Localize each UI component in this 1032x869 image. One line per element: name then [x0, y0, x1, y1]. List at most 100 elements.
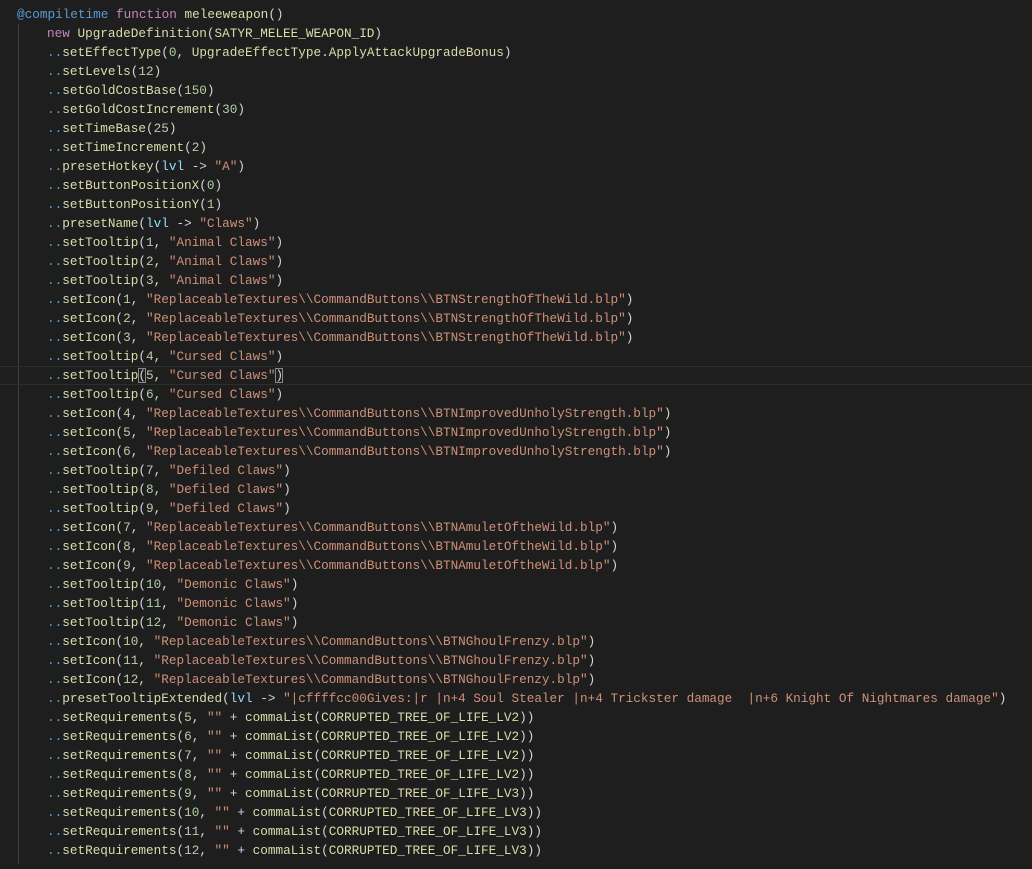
code-line[interactable]: ..setTooltip(8, "Defiled Claws") — [17, 480, 1032, 499]
token-punctuation: , — [199, 824, 215, 839]
token-number-literal: 6 — [184, 729, 192, 744]
token-punctuation: , — [199, 843, 215, 858]
code-line[interactable]: ..setIcon(11, "ReplaceableTextures\\Comm… — [17, 651, 1032, 670]
token-member-access: .. — [47, 197, 63, 212]
token-punctuation: , — [153, 501, 169, 516]
token-identifier: commaList — [252, 843, 322, 858]
code-line[interactable]: ..setGoldCostIncrement(30) — [17, 100, 1032, 119]
token-number-literal: 1 — [123, 292, 131, 307]
token-identifier: setTooltip — [62, 596, 139, 611]
token-punctuation: , — [138, 672, 154, 687]
code-line[interactable]: ..setGoldCostBase(150) — [17, 81, 1032, 100]
token-identifier: commaList — [245, 748, 314, 763]
token-string-literal: "" — [206, 767, 223, 782]
token-punctuation: , — [130, 444, 147, 459]
token-member-access: .. — [47, 482, 63, 497]
code-line[interactable]: ..setRequirements(10, "" + commaList(COR… — [17, 803, 1032, 822]
code-line[interactable]: ..setRequirements(11, "" + commaList(COR… — [17, 822, 1032, 841]
token-member-access: .. — [47, 843, 63, 858]
token-punctuation: ( — [138, 482, 146, 497]
code-line[interactable]: ..setIcon(12, "ReplaceableTextures\\Comm… — [17, 670, 1032, 689]
token-punctuation: , — [191, 748, 207, 763]
code-editor[interactable]: @compiletime function meleeweapon() new U… — [0, 0, 1032, 869]
token-punctuation: ) — [214, 197, 223, 212]
code-line[interactable]: ..presetName(lvl -> "Claws") — [17, 214, 1032, 233]
code-line[interactable]: ..setLevels(12) — [17, 62, 1032, 81]
code-line[interactable]: ..presetHotkey(lvl -> "A") — [17, 157, 1032, 176]
token-punctuation: ) — [283, 501, 291, 516]
token-member-access: .. — [47, 216, 63, 231]
code-line[interactable]: ..setRequirements(12, "" + commaList(COR… — [17, 841, 1032, 860]
token-punctuation: , — [176, 45, 192, 60]
token-punctuation: ( — [115, 406, 124, 421]
code-line[interactable]: ..setTooltip(9, "Defiled Claws") — [17, 499, 1032, 518]
code-line[interactable]: ..setTooltip(3, "Animal Claws") — [17, 271, 1032, 290]
token-member-access: .. — [47, 444, 63, 459]
code-line[interactable]: ..setIcon(7, "ReplaceableTextures\\Comma… — [17, 518, 1032, 537]
token-punctuation: ( — [138, 235, 146, 250]
code-line[interactable]: ..setIcon(4, "ReplaceableTextures\\Comma… — [17, 404, 1032, 423]
token-punctuation: ) — [374, 26, 383, 41]
code-line[interactable]: ..setRequirements(8, "" + commaList(CORR… — [17, 765, 1032, 784]
token-identifier: setRequirements — [62, 729, 177, 744]
code-line[interactable]: new UpgradeDefinition(SATYR_MELEE_WEAPON… — [17, 24, 1032, 43]
code-line[interactable]: ..setRequirements(6, "" + commaList(CORR… — [17, 727, 1032, 746]
code-line[interactable]: ..setIcon(10, "ReplaceableTextures\\Comm… — [17, 632, 1032, 651]
token-parameter: lvl — [229, 691, 253, 706]
code-line[interactable]: ..setRequirements(5, "" + commaList(CORR… — [17, 708, 1032, 727]
code-line[interactable]: ..setTooltip(2, "Animal Claws") — [17, 252, 1032, 271]
token-punctuation: ( — [115, 292, 124, 307]
token-identifier: CORRUPTED_TREE_OF_LIFE_LV2 — [321, 767, 520, 782]
token-string-literal: "Claws" — [199, 216, 253, 231]
code-line[interactable]: ..setTimeBase(25) — [17, 119, 1032, 138]
token-identifier: commaList — [245, 786, 314, 801]
code-line[interactable]: ..setIcon(5, "ReplaceableTextures\\Comma… — [17, 423, 1032, 442]
code-line[interactable]: ..setIcon(2, "ReplaceableTextures\\Comma… — [17, 309, 1032, 328]
code-line[interactable]: ..setIcon(6, "ReplaceableTextures\\Comma… — [17, 442, 1032, 461]
code-line[interactable]: ..setTooltip(7, "Defiled Claws") — [17, 461, 1032, 480]
code-line[interactable]: ..setTooltip(1, "Animal Claws") — [17, 233, 1032, 252]
token-string-literal: "Animal Claws" — [168, 273, 276, 288]
token-punctuation: ( — [321, 805, 329, 820]
code-line[interactable]: ..setRequirements(7, "" + commaList(CORR… — [17, 746, 1032, 765]
token-identifier: setRequirements — [62, 767, 177, 782]
code-lines[interactable]: @compiletime function meleeweapon() new U… — [17, 5, 1032, 860]
token-string-literal: "Cursed Claws" — [168, 368, 276, 383]
token-number-literal: 11 — [184, 824, 200, 839]
code-line[interactable]: ..setRequirements(9, "" + commaList(CORR… — [17, 784, 1032, 803]
token-identifier: setRequirements — [62, 805, 177, 820]
code-line[interactable]: ..setTooltip(6, "Cursed Claws") — [17, 385, 1032, 404]
token-punctuation: ) — [625, 311, 634, 326]
code-line[interactable]: ..setTooltip(11, "Demonic Claws") — [17, 594, 1032, 613]
token-punctuation: )) — [526, 805, 542, 820]
token-identifier: CORRUPTED_TREE_OF_LIFE_LV2 — [321, 710, 520, 725]
code-line[interactable]: ..setIcon(9, "ReplaceableTextures\\Comma… — [17, 556, 1032, 575]
code-line[interactable]: @compiletime function meleeweapon() — [17, 5, 1032, 24]
token-string-literal: "ReplaceableTextures\\CommandButtons\\BT… — [146, 330, 626, 345]
code-line[interactable]: ..setButtonPositionX(0) — [17, 176, 1032, 195]
code-line[interactable]: ..setTooltip(10, "Demonic Claws") — [17, 575, 1032, 594]
token-string-literal: "Animal Claws" — [168, 254, 276, 269]
token-identifier: setRequirements — [62, 786, 177, 801]
token-punctuation: ) — [237, 102, 245, 117]
token-string-literal: "Defiled Claws" — [168, 501, 284, 516]
token-number-literal: 150 — [184, 83, 207, 98]
code-line[interactable]: ..setTooltip(4, "Cursed Claws") — [17, 347, 1032, 366]
code-line[interactable]: ..setButtonPositionY(1) — [17, 195, 1032, 214]
token-member-access: .. — [47, 767, 63, 782]
token-identifier: setRequirements — [62, 748, 177, 763]
token-identifier: CORRUPTED_TREE_OF_LIFE_LV2 — [321, 729, 520, 744]
token-identifier: setIcon — [62, 292, 116, 307]
code-line[interactable]: ..setTimeIncrement(2) — [17, 138, 1032, 157]
code-line[interactable]: ..setIcon(8, "ReplaceableTextures\\Comma… — [17, 537, 1032, 556]
token-string-literal: "Demonic Claws" — [176, 615, 291, 630]
token-punctuation: , — [153, 235, 169, 250]
code-line[interactable]: ..setIcon(3, "ReplaceableTextures\\Comma… — [17, 328, 1032, 347]
code-line[interactable]: ..setEffectType(0, UpgradeEffectType.App… — [17, 43, 1032, 62]
code-line[interactable]: ..setIcon(1, "ReplaceableTextures\\Comma… — [17, 290, 1032, 309]
code-line[interactable]: ..setTooltip(12, "Demonic Claws") — [17, 613, 1032, 632]
token-identifier: setIcon — [62, 520, 116, 535]
token-punctuation: ) — [275, 387, 284, 402]
code-line-current[interactable]: ..setTooltip(5, "Cursed Claws") — [0, 366, 1032, 385]
code-line[interactable]: ..presetTooltipExtended(lvl -> "|cffffcc… — [17, 689, 1032, 708]
